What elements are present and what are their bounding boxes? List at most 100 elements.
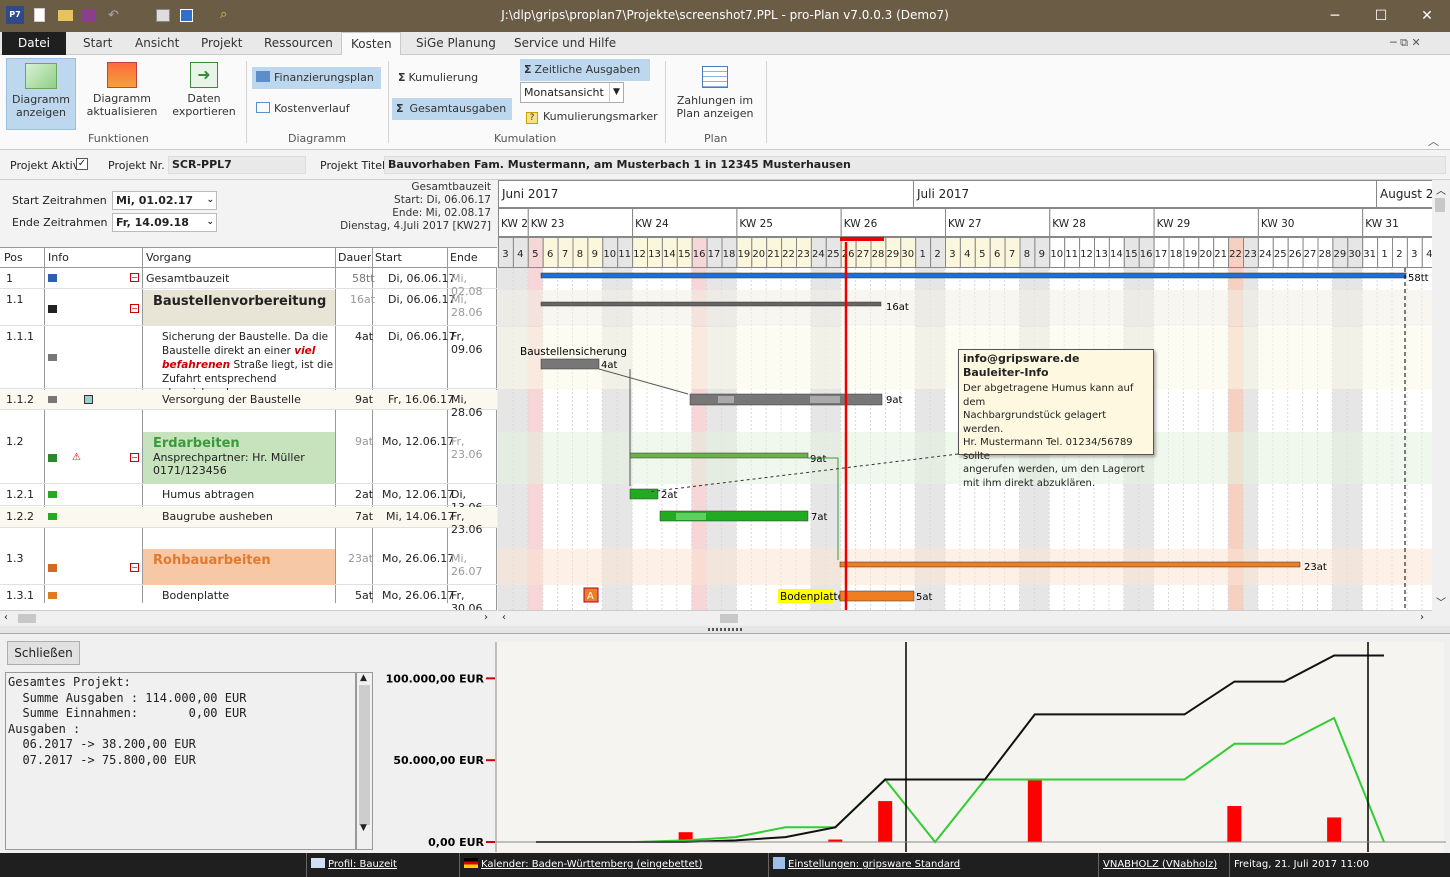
row-vorgang: Baugrube ausheben	[162, 510, 273, 523]
scroll-up-icon[interactable]: ︿	[1436, 182, 1446, 197]
day-label: 6	[547, 249, 553, 260]
scrollbar-thumb[interactable]	[720, 614, 738, 623]
scroll-right-icon[interactable]: ›	[1420, 612, 1424, 623]
day-label: 13	[648, 249, 661, 260]
maximize-button[interactable]: ☐	[1358, 0, 1404, 32]
kumulierung-button[interactable]: Σ Kumulierung	[394, 67, 514, 89]
chevron-down-icon[interactable]: ⌄	[206, 214, 214, 231]
scrollbar-thumb[interactable]	[359, 685, 370, 825]
month-label: Juli 2017	[916, 187, 969, 201]
row-vorgang-sub: Ansprechpartner: Hr. Müller	[153, 451, 305, 464]
note-line: angerufen werden, um den Lagerort	[963, 464, 1145, 475]
week-label: KW 27	[948, 218, 982, 230]
zahlungen-im-plan-button[interactable]: Zahlungen im Plan anzeigen	[672, 58, 758, 130]
table-row[interactable]: 1.3 − Rohbauarbeiten 23at Mo, 26.06.17 M…	[0, 549, 497, 585]
table-row[interactable]: 1.1 − Baustellenvorbereitung 16at Di, 06…	[0, 290, 497, 326]
scroll-up-icon[interactable]: ▲	[360, 673, 367, 683]
scroll-right-icon[interactable]: ›	[484, 612, 488, 623]
day-label: 7	[1009, 249, 1015, 260]
close-button[interactable]: ✕	[1404, 0, 1450, 32]
table-row[interactable]: 1.1.1 Sicherung der Baustelle. Da die Ba…	[0, 327, 497, 399]
scrollbar-thumb[interactable]	[1435, 198, 1445, 212]
zeitliche-ausgaben-button[interactable]: Σ Zeitliche Ausgaben	[520, 59, 650, 81]
scroll-left-icon[interactable]: ‹	[502, 612, 506, 623]
projekt-aktiv-checkbox[interactable]: ✓	[76, 158, 88, 170]
monatsansicht-select[interactable]: Monatsansicht ▼	[520, 82, 624, 103]
day-label: 29	[886, 249, 899, 260]
status-kalender[interactable]: Kalender: Baden-Württemberg (eingebettet…	[459, 853, 767, 877]
start-zeitrahmen-field[interactable]: Mi, 01.02.17 ⌄	[112, 191, 217, 210]
kostenverlauf-button[interactable]: Kostenverlauf	[252, 98, 381, 120]
col-pos[interactable]: Pos	[4, 251, 23, 264]
refresh-chart-icon	[107, 62, 137, 88]
status-profil[interactable]: Profil: Bauzeit (eingebettet)	[306, 853, 458, 877]
day-label: 14	[663, 249, 676, 260]
tab-projekt[interactable]: Projekt	[192, 32, 251, 55]
col-start[interactable]: Start	[375, 251, 402, 264]
ende-zeitrahmen-value: Fr, 14.09.18	[116, 216, 189, 229]
projekt-titel-field[interactable]: Bauvorhaben Fam. Mustermann, am Musterba…	[384, 156, 1446, 174]
row-vorgang: Rohbauarbeiten	[143, 549, 335, 585]
bauleiter-note[interactable]: info@gripsware.de Bauleiter-Info Der abg…	[958, 349, 1154, 489]
y-axis-label: 0,00 EUR	[428, 836, 484, 849]
tab-datei[interactable]: Datei	[2, 32, 66, 55]
profile-icon	[311, 858, 325, 868]
cost-line: 07.2017 -> 75.800,00 EUR	[8, 752, 196, 767]
splitter-grip-icon[interactable]	[708, 628, 742, 631]
diagramm-aktualisieren-button[interactable]: Diagramm aktualisieren	[84, 58, 160, 130]
tab-ressourcen[interactable]: Ressourcen	[255, 32, 342, 55]
collapse-icon[interactable]: −	[130, 304, 139, 313]
collapse-icon[interactable]: −	[130, 563, 139, 572]
cost-summary-text[interactable]: Gesamtes Projekt: Summe Ausgaben : 114.0…	[5, 672, 356, 850]
collapse-icon[interactable]: −	[130, 273, 139, 282]
scroll-left-icon[interactable]: ‹	[4, 612, 8, 623]
task-bar-bodenplatte	[839, 590, 915, 602]
scroll-down-icon[interactable]: ﹀	[1436, 594, 1446, 609]
col-ende[interactable]: Ende	[450, 251, 478, 264]
gantt-horizontal-scrollbar[interactable]: ‹ ›	[498, 610, 1432, 626]
vertical-scrollbar[interactable]: ︿ ﹀	[1432, 180, 1450, 610]
kumulierungsmarker-button[interactable]: ? Kumulierungsmarker	[522, 106, 662, 128]
cost-text-scrollbar[interactable]: ▲ ▼	[356, 672, 373, 850]
minimize-button[interactable]: ─	[1312, 0, 1358, 32]
table-row[interactable]: 1.1.2 Versorgung der Baustelle 9at Fr, 1…	[0, 390, 497, 419]
collapse-icon[interactable]: −	[130, 453, 139, 462]
ribbon-minimize-icon[interactable]: ─ ⧉ ✕	[1390, 36, 1421, 50]
status-einstellungen[interactable]: Einstellungen: gripsware Standard	[768, 853, 1077, 877]
ende-zeitrahmen-field[interactable]: Fr, 14.09.18 ⌄	[112, 213, 217, 232]
tab-ansicht[interactable]: Ansicht	[126, 32, 188, 55]
status-datetime: Freitag, 21. Juli 2017 11:00	[1229, 853, 1450, 877]
table-row[interactable]: 1.2.1 Humus abtragen 2at Mo, 12.06.17 Di…	[0, 485, 497, 514]
schliessen-button[interactable]: Schließen	[7, 641, 80, 665]
day-label: 4	[964, 249, 970, 260]
projekt-nr-field[interactable]: SCR-PPL7	[168, 156, 306, 174]
diagramm-anzeigen-button[interactable]: Diagramm anzeigen	[6, 58, 76, 130]
note-line: Sicherung der Baustelle. Da die	[162, 331, 329, 343]
attachment-icon[interactable]	[84, 395, 93, 404]
tab-service-und-hilfe[interactable]: Service und Hilfe	[505, 32, 625, 55]
collapse-ribbon-icon[interactable]: ︿	[1428, 133, 1439, 149]
chevron-down-icon[interactable]: ⌄	[206, 192, 214, 209]
task-icon	[48, 354, 57, 361]
scrollbar-thumb[interactable]	[18, 614, 36, 623]
col-vorgang[interactable]: Vorgang	[146, 251, 191, 264]
chevron-down-icon[interactable]: ▼	[609, 83, 623, 102]
col-dauer[interactable]: Dauer	[338, 251, 371, 264]
splitter[interactable]	[0, 626, 1450, 633]
scroll-down-icon[interactable]: ▼	[360, 823, 367, 833]
table-row[interactable]: 1.3.1 Bodenplatte 5at Mo, 26.06.17 Fr, 3…	[0, 586, 497, 615]
finanzierungsplan-button[interactable]: Finanzierungsplan	[252, 67, 381, 89]
flag-icon	[48, 564, 57, 572]
daten-exportieren-button[interactable]: ➜ Daten exportieren	[168, 58, 240, 130]
gesamtausgaben-button[interactable]: Σ Gesamtausgaben	[392, 98, 512, 120]
status-user[interactable]: VNABHOLZ (VNabholz)	[1098, 853, 1228, 877]
horizontal-scrollbar[interactable]: ‹ ›	[0, 610, 497, 626]
tab-kosten[interactable]: Kosten	[341, 32, 401, 55]
col-info[interactable]: Info	[48, 251, 69, 264]
tab-start[interactable]: Start	[74, 32, 121, 55]
table-row[interactable]: 1 − Gesamtbauzeit 58tt Di, 06.06.17 Mi, …	[0, 269, 497, 298]
table-row[interactable]: 1.2 ⚠ − Erdarbeiten Ansprechpartner: Hr.…	[0, 432, 497, 484]
table-row[interactable]: 1.2.2 Baugrube ausheben 7at Mi, 14.06.17…	[0, 507, 497, 536]
task-icon	[48, 491, 57, 498]
tab-sige-planung[interactable]: SiGe Planung	[407, 32, 505, 55]
